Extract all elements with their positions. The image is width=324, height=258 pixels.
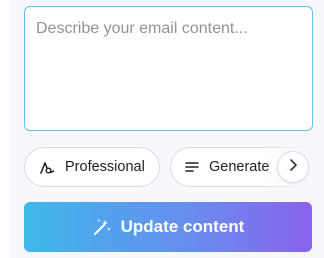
chips-scroll-next-button[interactable] xyxy=(277,151,309,183)
chevron-right-icon xyxy=(287,158,299,177)
email-content-input[interactable] xyxy=(24,6,313,131)
magic-wand-icon xyxy=(92,217,112,237)
update-content-label: Update content xyxy=(120,217,245,236)
tone-chip-label: Professional xyxy=(65,159,145,175)
update-content-button[interactable]: Update content xyxy=(24,202,312,252)
tone-chip-professional[interactable]: Professional xyxy=(24,147,160,187)
tone-icon xyxy=(39,159,55,175)
lines-icon xyxy=(185,161,199,173)
length-chip-label: Generate xyxy=(209,159,270,175)
